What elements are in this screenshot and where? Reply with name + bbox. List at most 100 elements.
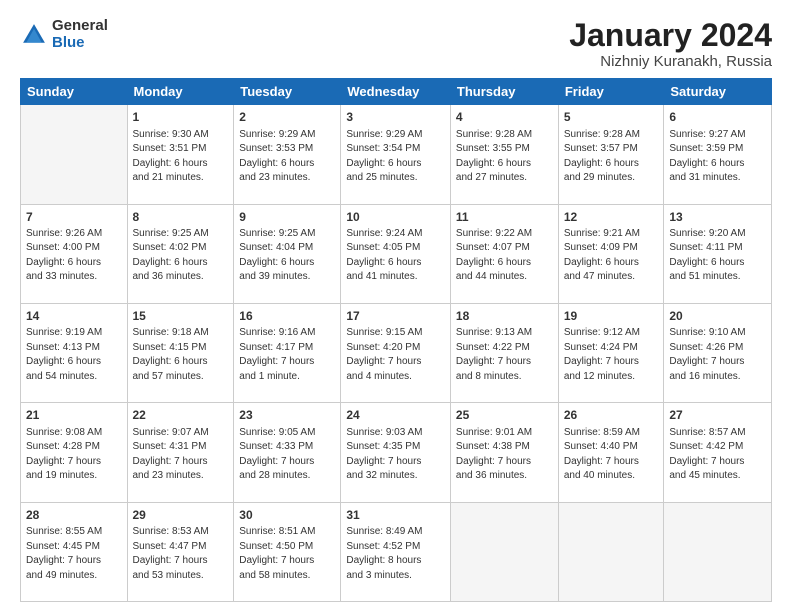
day-info-line: Sunset: 4:05 PM — [346, 241, 445, 256]
day-info-line: Daylight: 7 hours — [26, 554, 122, 569]
day-number: 8 — [133, 209, 229, 226]
day-info-line: Sunrise: 9:21 AM — [564, 227, 659, 242]
day-info-line: Sunrise: 9:19 AM — [26, 326, 122, 341]
day-info-line: Daylight: 6 hours — [26, 256, 122, 271]
day-info-line: Sunset: 4:11 PM — [669, 241, 766, 256]
day-info-line: and 36 minutes. — [456, 469, 553, 484]
calendar-cell — [21, 105, 128, 204]
day-info-line: Daylight: 6 hours — [564, 157, 659, 172]
day-info-line: Daylight: 7 hours — [239, 355, 335, 370]
day-info-line: Sunrise: 9:27 AM — [669, 128, 766, 143]
day-info-line: Sunrise: 9:16 AM — [239, 326, 335, 341]
day-info-line: Sunrise: 9:12 AM — [564, 326, 659, 341]
day-info-line: Daylight: 6 hours — [346, 157, 445, 172]
day-info-line: and 39 minutes. — [239, 270, 335, 285]
day-info-line: Daylight: 6 hours — [239, 256, 335, 271]
calendar-cell: 1Sunrise: 9:30 AMSunset: 3:51 PMDaylight… — [127, 105, 234, 204]
calendar-cell: 9Sunrise: 9:25 AMSunset: 4:04 PMDaylight… — [234, 204, 341, 303]
day-info-line: and 19 minutes. — [26, 469, 122, 484]
day-number: 24 — [346, 407, 445, 424]
day-info-line: Daylight: 6 hours — [456, 157, 553, 172]
logo-general: General — [52, 18, 108, 35]
day-info-line: and 27 minutes. — [456, 171, 553, 186]
day-info-line: Sunset: 4:09 PM — [564, 241, 659, 256]
day-info-line: Sunset: 4:42 PM — [669, 440, 766, 455]
day-info-line: Sunset: 3:51 PM — [133, 142, 229, 157]
day-number: 19 — [564, 308, 659, 325]
day-info-line: Sunrise: 8:49 AM — [346, 525, 445, 540]
logo-text: General Blue — [52, 18, 108, 51]
week-row-5: 28Sunrise: 8:55 AMSunset: 4:45 PMDayligh… — [21, 502, 772, 601]
day-number: 29 — [133, 507, 229, 524]
day-info-line: Daylight: 8 hours — [346, 554, 445, 569]
calendar-table: SundayMondayTuesdayWednesdayThursdayFrid… — [20, 78, 772, 602]
weekday-header-friday: Friday — [558, 79, 664, 105]
day-number: 27 — [669, 407, 766, 424]
day-info-line: Sunrise: 8:59 AM — [564, 426, 659, 441]
day-info-line: Daylight: 6 hours — [346, 256, 445, 271]
day-info-line: and 29 minutes. — [564, 171, 659, 186]
calendar-cell: 25Sunrise: 9:01 AMSunset: 4:38 PMDayligh… — [450, 403, 558, 502]
day-number: 28 — [26, 507, 122, 524]
day-info-line: Sunrise: 9:29 AM — [239, 128, 335, 143]
day-number: 18 — [456, 308, 553, 325]
calendar-cell: 22Sunrise: 9:07 AMSunset: 4:31 PMDayligh… — [127, 403, 234, 502]
day-info-line: Sunrise: 9:28 AM — [456, 128, 553, 143]
day-info-line: Sunrise: 9:08 AM — [26, 426, 122, 441]
calendar-cell: 18Sunrise: 9:13 AMSunset: 4:22 PMDayligh… — [450, 303, 558, 402]
day-info-line: and 33 minutes. — [26, 270, 122, 285]
day-info-line: Daylight: 7 hours — [669, 355, 766, 370]
calendar-cell: 15Sunrise: 9:18 AMSunset: 4:15 PMDayligh… — [127, 303, 234, 402]
day-info-line: Sunset: 4:47 PM — [133, 540, 229, 555]
day-info-line: Sunset: 4:28 PM — [26, 440, 122, 455]
day-number: 16 — [239, 308, 335, 325]
day-info-line: Daylight: 7 hours — [564, 455, 659, 470]
calendar-cell: 11Sunrise: 9:22 AMSunset: 4:07 PMDayligh… — [450, 204, 558, 303]
calendar-cell: 6Sunrise: 9:27 AMSunset: 3:59 PMDaylight… — [664, 105, 772, 204]
calendar-cell: 4Sunrise: 9:28 AMSunset: 3:55 PMDaylight… — [450, 105, 558, 204]
calendar-cell: 26Sunrise: 8:59 AMSunset: 4:40 PMDayligh… — [558, 403, 664, 502]
day-info-line: Sunrise: 9:26 AM — [26, 227, 122, 242]
day-info-line: Sunset: 4:00 PM — [26, 241, 122, 256]
calendar-cell: 16Sunrise: 9:16 AMSunset: 4:17 PMDayligh… — [234, 303, 341, 402]
day-info-line: and 47 minutes. — [564, 270, 659, 285]
day-info-line: and 12 minutes. — [564, 370, 659, 385]
calendar-cell: 10Sunrise: 9:24 AMSunset: 4:05 PMDayligh… — [341, 204, 451, 303]
day-number: 14 — [26, 308, 122, 325]
day-info-line: Daylight: 7 hours — [456, 455, 553, 470]
day-info-line: and 28 minutes. — [239, 469, 335, 484]
day-info-line: Sunrise: 9:07 AM — [133, 426, 229, 441]
day-info-line: Sunset: 4:52 PM — [346, 540, 445, 555]
day-info-line: and 51 minutes. — [669, 270, 766, 285]
calendar-cell: 24Sunrise: 9:03 AMSunset: 4:35 PMDayligh… — [341, 403, 451, 502]
day-number: 12 — [564, 209, 659, 226]
day-info-line: Sunset: 4:33 PM — [239, 440, 335, 455]
day-number: 11 — [456, 209, 553, 226]
day-info-line: and 53 minutes. — [133, 569, 229, 584]
day-info-line: Sunset: 4:26 PM — [669, 341, 766, 356]
week-row-4: 21Sunrise: 9:08 AMSunset: 4:28 PMDayligh… — [21, 403, 772, 502]
weekday-header-thursday: Thursday — [450, 79, 558, 105]
day-info-line: Sunrise: 8:55 AM — [26, 525, 122, 540]
day-info-line: Daylight: 7 hours — [133, 455, 229, 470]
calendar-cell — [450, 502, 558, 601]
weekday-header-wednesday: Wednesday — [341, 79, 451, 105]
day-info-line: and 44 minutes. — [456, 270, 553, 285]
calendar-cell: 20Sunrise: 9:10 AMSunset: 4:26 PMDayligh… — [664, 303, 772, 402]
day-info-line: Daylight: 6 hours — [26, 355, 122, 370]
day-info-line: Daylight: 7 hours — [239, 554, 335, 569]
day-info-line: Sunrise: 9:30 AM — [133, 128, 229, 143]
day-info-line: and 49 minutes. — [26, 569, 122, 584]
day-number: 4 — [456, 109, 553, 126]
day-info-line: Sunset: 4:40 PM — [564, 440, 659, 455]
day-number: 20 — [669, 308, 766, 325]
day-info-line: Sunrise: 8:51 AM — [239, 525, 335, 540]
day-info-line: Daylight: 7 hours — [239, 455, 335, 470]
day-info-line: Sunset: 4:04 PM — [239, 241, 335, 256]
day-info-line: and 23 minutes. — [239, 171, 335, 186]
day-number: 23 — [239, 407, 335, 424]
day-info-line: and 8 minutes. — [456, 370, 553, 385]
calendar-cell — [558, 502, 664, 601]
day-info-line: and 1 minute. — [239, 370, 335, 385]
day-info-line: and 25 minutes. — [346, 171, 445, 186]
